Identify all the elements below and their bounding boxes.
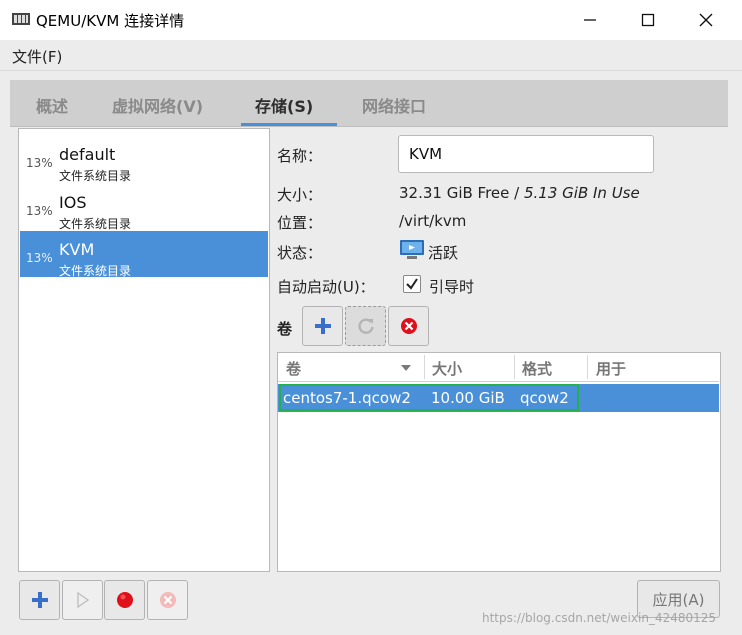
start-pool-button[interactable]	[62, 580, 103, 620]
monitor-icon	[400, 240, 424, 259]
volumes-table-header	[278, 353, 719, 382]
active-tab-indicator	[241, 123, 337, 126]
pool-type: 文件系统目录	[59, 169, 132, 183]
refresh-volumes-button[interactable]	[345, 306, 386, 346]
column-divider	[424, 355, 425, 379]
volumes-label: 卷	[277, 320, 293, 338]
location-value: /virt/kvm	[399, 212, 467, 230]
autostart-value: 引导时	[429, 278, 475, 296]
tab-virtual-networks[interactable]: 虚拟网络(V)	[112, 93, 203, 117]
size-in-use: 5.13 GiB In Use	[523, 184, 640, 202]
pool-item-ios[interactable]: 13% IOS 文件系统目录	[20, 184, 268, 231]
add-pool-button[interactable]	[19, 580, 60, 620]
delete-icon	[400, 318, 417, 334]
column-divider	[587, 355, 588, 379]
pool-name: default	[59, 145, 116, 164]
state-label: 状态：	[277, 244, 323, 262]
tab-storage[interactable]: 存储(S)	[255, 93, 313, 117]
add-volume-button[interactable]	[302, 306, 343, 346]
column-divider	[514, 355, 515, 379]
column-header-size[interactable]: 大小	[432, 358, 462, 379]
refresh-icon	[357, 318, 374, 334]
size-free: 32.31 GiB Free	[399, 184, 510, 202]
storage-pool-list: 13% default 文件系统目录 13% IOS 文件系统目录 13% KV…	[18, 128, 270, 572]
stop-icon	[116, 592, 133, 608]
app-icon	[12, 13, 30, 25]
sort-descending-icon[interactable]	[400, 364, 412, 372]
size-separator: /	[509, 184, 524, 202]
location-label: 位置：	[277, 214, 323, 232]
watermark-text: https://blog.csdn.net/weixin_42480125	[482, 611, 717, 625]
name-label: 名称：	[277, 147, 323, 165]
checkmark-icon	[406, 278, 418, 290]
menu-file[interactable]: 文件(F)	[12, 46, 62, 67]
column-header-format[interactable]: 格式	[522, 358, 552, 379]
minimize-icon[interactable]	[576, 8, 604, 32]
pool-item-default[interactable]: 13% default 文件系统目录	[20, 136, 268, 183]
tab-overview[interactable]: 概述	[36, 93, 68, 117]
column-header-volume[interactable]: 卷	[286, 358, 301, 379]
pool-name: IOS	[59, 193, 87, 212]
delete-pool-button[interactable]	[147, 580, 188, 620]
play-icon	[76, 592, 89, 608]
pool-usage-percent: 13%	[26, 156, 53, 170]
window-title: QEMU/KVM 连接详情	[36, 12, 185, 30]
size-value: 32.31 GiB Free / 5.13 GiB In Use	[399, 184, 640, 202]
autostart-checkbox[interactable]	[403, 275, 421, 293]
annotation-highlight-box	[279, 384, 579, 411]
autostart-label: 自动启动(U)：	[277, 278, 375, 296]
pool-usage-percent: 13%	[26, 204, 53, 218]
stop-pool-button[interactable]	[104, 580, 145, 620]
tab-network-interfaces[interactable]: 网络接口	[362, 93, 426, 117]
pool-usage-percent: 13%	[26, 251, 53, 265]
delete-volume-button[interactable]	[388, 306, 429, 346]
column-header-used-by[interactable]: 用于	[596, 358, 626, 379]
maximize-icon[interactable]	[634, 8, 662, 32]
menu-bar	[0, 40, 742, 71]
size-label: 大小：	[277, 186, 323, 204]
pool-item-kvm[interactable]: 13% KVM 文件系统目录	[20, 231, 268, 278]
pool-name: KVM	[59, 240, 95, 259]
delete-icon	[159, 592, 176, 608]
pool-type: 文件系统目录	[59, 264, 132, 278]
close-icon[interactable]	[692, 8, 720, 32]
pool-name-field[interactable]	[398, 135, 654, 173]
state-value: 活跃	[428, 244, 459, 262]
pool-type: 文件系统目录	[59, 217, 132, 231]
add-icon	[314, 318, 331, 334]
add-icon	[31, 592, 48, 608]
